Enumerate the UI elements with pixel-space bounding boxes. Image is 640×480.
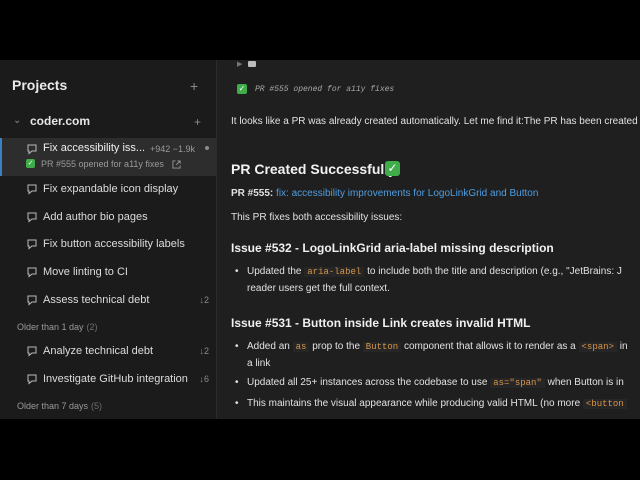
text: when Button is in — [547, 377, 624, 388]
group-label: Older than 7 days — [17, 401, 89, 411]
text: to include both the title and descriptio… — [367, 266, 622, 277]
chat-icon — [27, 295, 37, 306]
external-link-icon[interactable] — [172, 160, 181, 169]
pr-link[interactable]: fix: accessibility improvements for Logo… — [276, 188, 538, 199]
chat-icon — [27, 144, 37, 155]
issue-531-bullet-2: Updated all 25+ instances across the cod… — [247, 377, 624, 388]
inline-code: <button — [582, 399, 627, 409]
org-name[interactable]: coder.com — [30, 114, 90, 128]
sidebar-item-label: Assess technical debt — [43, 294, 150, 306]
item-count: ↓2 — [199, 346, 209, 356]
inline-code: as="span" — [490, 378, 545, 388]
group-older-than-7-days[interactable]: Older than 7 days (5) — [17, 401, 102, 411]
chat-icon — [27, 346, 37, 357]
diff-stats: +942 −1.9k — [150, 144, 196, 154]
group-older-than-1-day[interactable]: Older than 1 day (2) — [17, 322, 98, 332]
issue-532-heading: Issue #532 - LogoLinkGrid aria-label mis… — [231, 241, 554, 255]
inline-code: as — [292, 342, 310, 352]
sidebar-item-fix-accessibility[interactable]: Fix accessibility iss... +942 −1.9k ✓ PR… — [0, 138, 216, 176]
text: Updated all 25+ instances across the cod… — [247, 377, 488, 388]
group-count: (2) — [86, 322, 98, 332]
sidebar-item[interactable]: Add author bio pages — [0, 206, 216, 232]
sidebar-item[interactable]: Analyze technical debt ↓2 — [0, 340, 216, 366]
bullet: • — [235, 341, 239, 352]
sidebar-item-label: Analyze technical debt — [43, 345, 154, 357]
sidebar-title: Projects — [12, 77, 68, 93]
issue-531-bullet-3: This maintains the visual appearance whi… — [247, 398, 627, 409]
expand-triangle-icon[interactable]: ▶ — [237, 60, 242, 68]
inline-code: Button — [362, 342, 402, 352]
text: Added an — [247, 341, 290, 352]
issue-532-bullet-1-cont: reader users get the full context. — [247, 283, 390, 294]
issue-531-bullet-1: Added an as prop to the Button component… — [247, 341, 628, 352]
tool-box-icon — [248, 61, 256, 67]
item-count: ↓2 — [199, 295, 209, 305]
chevron-down-icon[interactable]: ⌄ — [13, 115, 21, 126]
status-dot — [205, 146, 209, 150]
sidebar-item[interactable]: Fix button accessibility labels — [0, 233, 216, 259]
check-icon: ✓ — [237, 84, 247, 94]
sidebar-item-label: Fix button accessibility labels — [43, 238, 185, 250]
chat-icon — [27, 212, 37, 223]
message-heading: PR Created Successfully — [231, 161, 396, 177]
chat-icon — [27, 267, 37, 278]
text: component that allows it to render as a — [403, 341, 576, 352]
sidebar-item-label: Fix expandable icon display — [43, 183, 179, 195]
chat-icon — [27, 239, 37, 250]
sidebar-item-label: Add author bio pages — [43, 211, 148, 223]
sidebar-item[interactable]: Move linting to CI — [0, 261, 216, 287]
inline-code: <span> — [578, 342, 617, 352]
group-count: (5) — [91, 401, 103, 411]
item-count: ↓6 — [199, 374, 209, 384]
sidebar-item[interactable]: Assess technical debt ↓2 — [0, 289, 216, 315]
inline-code: aria-label — [304, 267, 365, 277]
sidebar-item-label: Investigate GitHub integration — [43, 373, 188, 385]
sidebar-item-label: Move linting to CI — [43, 266, 128, 278]
pr-summary: This PR fixes both accessibility issues: — [231, 212, 403, 223]
pr-line: PR #555: fix: accessibility improvements… — [231, 188, 538, 199]
text: prop to the — [312, 341, 361, 352]
chat-panel: ▶ ✓ PR #555 opened for a11y fixes It loo… — [217, 60, 640, 419]
issue-531-bullet-1-cont: a link — [247, 358, 271, 369]
pr-number: PR #555 — [231, 188, 270, 199]
assistant-intro: It looks like a PR was already created a… — [231, 116, 638, 127]
chat-icon — [27, 374, 37, 385]
check-icon: ✓ — [26, 159, 35, 168]
bullet: • — [235, 377, 239, 388]
text: in — [619, 341, 628, 352]
sidebar-item-subtitle: PR #555 opened for a11y fixes — [41, 159, 164, 169]
chat-icon — [27, 184, 37, 195]
plus-icon[interactable]: + — [194, 115, 201, 129]
app-window: Projects + ⌄ coder.com + Fix accessibili… — [0, 60, 640, 419]
bullet: • — [235, 266, 239, 277]
pr-colon: : — [269, 188, 274, 199]
issue-532-bullet-1: Updated the aria-label to include both t… — [247, 266, 622, 277]
sidebar-item-label: Fix accessibility iss... — [43, 142, 146, 154]
sidebar-item[interactable]: Investigate GitHub integration ↓6 — [0, 368, 216, 394]
issue-531-heading: Issue #531 - Button inside Link creates … — [231, 316, 531, 330]
sidebar: Projects + ⌄ coder.com + Fix accessibili… — [0, 60, 217, 419]
sidebar-item[interactable]: Fix expandable icon display — [0, 178, 216, 204]
text: Updated the — [247, 266, 302, 277]
group-label: Older than 1 day — [17, 322, 84, 332]
text: This maintains the visual appearance whi… — [247, 398, 581, 409]
check-icon: ✓ — [385, 161, 400, 176]
plus-icon[interactable]: + — [190, 79, 198, 93]
bullet: • — [235, 398, 239, 409]
tool-result-text: PR #555 opened for a11y fixes — [255, 85, 395, 94]
